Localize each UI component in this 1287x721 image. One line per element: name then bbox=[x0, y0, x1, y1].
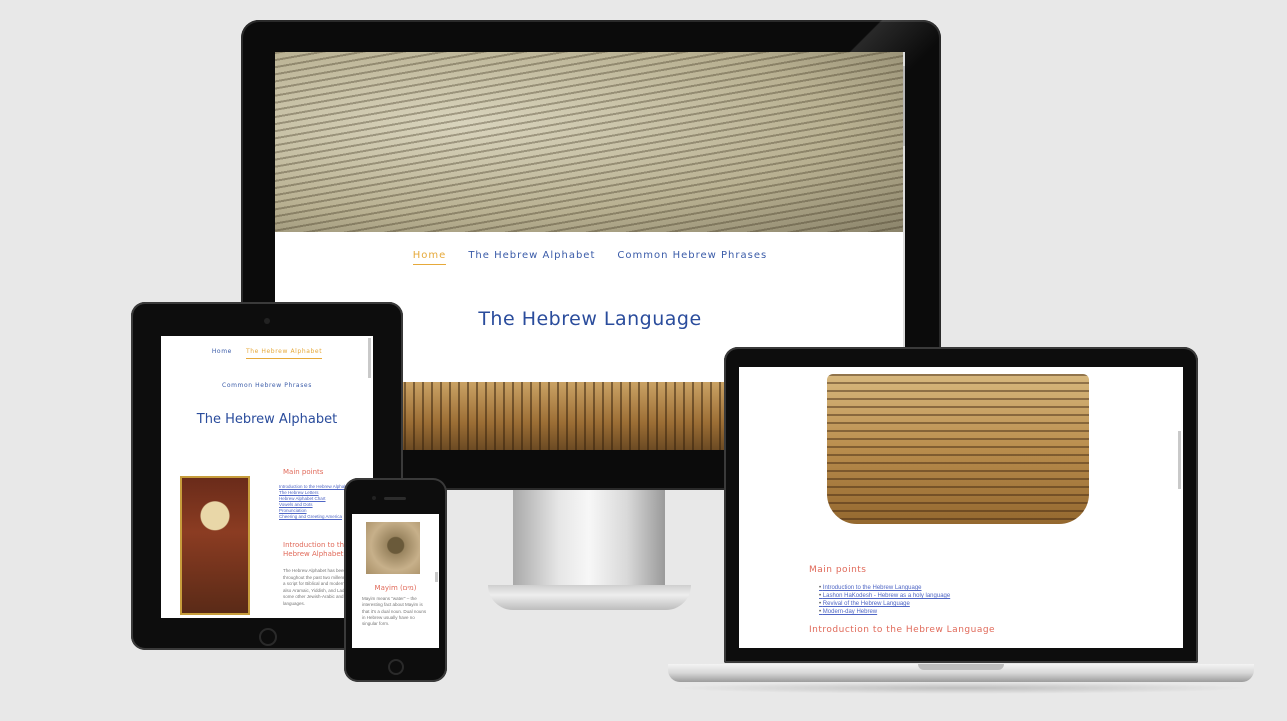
nav-hebrew-alphabet[interactable]: The Hebrew Alphabet bbox=[468, 250, 595, 264]
intro-heading: Introduction to the Hebrew Language bbox=[809, 625, 996, 635]
laptop: Main points Introduction to the Hebrew L… bbox=[724, 347, 1198, 663]
main-points-heading: Main points bbox=[809, 565, 867, 575]
scroll-image bbox=[827, 374, 1089, 524]
home-button-icon bbox=[259, 628, 277, 646]
phone: Mayim (מים) Mayim means "water" – the in… bbox=[344, 478, 447, 682]
main-point-link[interactable]: Lashon HaKodesh - Hebrew as a holy langu… bbox=[819, 592, 950, 600]
laptop-shadow bbox=[670, 682, 1252, 694]
tablet-nav: Home The Hebrew Alphabet bbox=[161, 348, 373, 359]
nav-hebrew-alphabet[interactable]: The Hebrew Alphabet bbox=[245, 348, 323, 359]
main-points-heading: Main points bbox=[283, 468, 324, 476]
phrase-title: Mayim (מים) bbox=[374, 584, 417, 592]
scrollbar-thumb[interactable] bbox=[1178, 431, 1181, 489]
tablet-screen: Home The Hebrew Alphabet Common Hebrew P… bbox=[161, 336, 373, 618]
speaker-icon bbox=[384, 497, 406, 500]
scrollbar-thumb[interactable] bbox=[435, 572, 438, 582]
monitor-stand bbox=[513, 490, 665, 585]
monitor-stand-base bbox=[488, 585, 691, 610]
camera-icon bbox=[372, 496, 376, 500]
nav-common-phrases[interactable]: Common Hebrew Phrases bbox=[222, 382, 312, 392]
home-button-icon bbox=[388, 659, 404, 675]
magnifier-image bbox=[366, 522, 420, 574]
phrase-text: Mayim means "water" – the interesting fa… bbox=[362, 596, 427, 627]
main-point-link[interactable]: Modern-day Hebrew bbox=[819, 608, 950, 616]
camera-icon bbox=[264, 318, 270, 324]
phone-screen: Mayim (מים) Mayim means "water" – the in… bbox=[352, 514, 439, 648]
main-point-link[interactable]: Revival of the Hebrew Language bbox=[819, 600, 950, 608]
nav-home[interactable]: Home bbox=[412, 250, 447, 265]
nav-home[interactable]: Home bbox=[212, 348, 232, 359]
scrollbar-thumb[interactable] bbox=[903, 66, 905, 146]
laptop-screen: Main points Introduction to the Hebrew L… bbox=[739, 367, 1183, 648]
main-points-list: Introduction to the Hebrew Language Lash… bbox=[819, 584, 950, 616]
page-title: The Hebrew Alphabet bbox=[196, 412, 338, 427]
main-point-link[interactable]: Introduction to the Hebrew Language bbox=[819, 584, 950, 592]
tablet-nav-row2: Common Hebrew Phrases bbox=[161, 374, 373, 392]
scrollbar-thumb[interactable] bbox=[368, 338, 371, 378]
hero-image bbox=[275, 52, 905, 232]
nav-common-phrases[interactable]: Common Hebrew Phrases bbox=[617, 250, 767, 264]
manuscript-image bbox=[180, 476, 250, 615]
laptop-notch bbox=[918, 664, 1004, 670]
desktop-nav: Home The Hebrew Alphabet Common Hebrew P… bbox=[275, 232, 905, 282]
